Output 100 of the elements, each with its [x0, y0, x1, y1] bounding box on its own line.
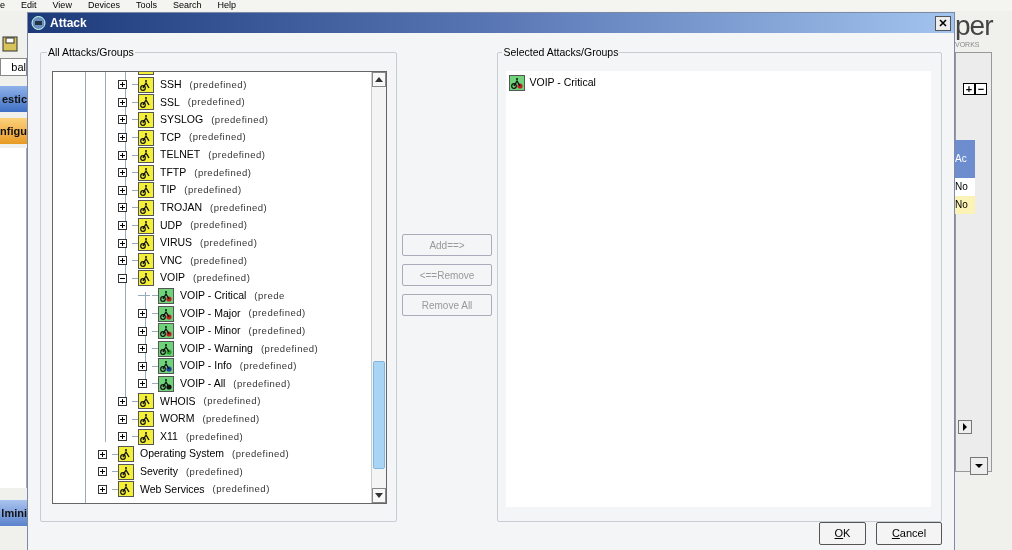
tree-node-label[interactable]: VNC — [160, 252, 183, 269]
tree-node-note: (predefined) — [202, 411, 260, 426]
tree-node-label[interactable]: Web Services — [140, 481, 205, 498]
tree-node-note: (predefined) — [185, 464, 244, 479]
vertical-scrollbar[interactable] — [371, 72, 386, 503]
menu-item[interactable]: e — [0, 0, 5, 11]
expand-icon[interactable] — [118, 97, 127, 107]
expand-icon[interactable] — [118, 432, 127, 442]
expand-icon[interactable] — [118, 203, 127, 213]
right-arrow-icon — [962, 422, 968, 431]
tree-node-note: (predefined) — [248, 306, 306, 321]
tree-node-label[interactable]: VOIP — [160, 270, 186, 287]
tree-node-label[interactable]: WHOIS — [160, 393, 196, 410]
tree-node-label[interactable]: TELNET — [160, 147, 201, 164]
window-title: Attack — [50, 15, 87, 32]
tree-node-label[interactable]: VOIP - Warning — [180, 340, 253, 357]
tree-node-label[interactable]: VOIP - Minor — [180, 323, 241, 339]
collapse-icon[interactable] — [118, 273, 127, 283]
expand-icon[interactable] — [138, 309, 147, 318]
tree-node-label[interactable]: UDP — [160, 217, 183, 234]
tree-node-label[interactable]: VOIP - Info — [180, 358, 232, 375]
expand-icon[interactable] — [118, 397, 127, 406]
expand-icon[interactable] — [138, 326, 147, 336]
tree-node-label[interactable]: X11 — [160, 428, 178, 445]
expand-icon[interactable] — [118, 414, 127, 424]
expand-icon[interactable] — [98, 484, 107, 494]
menu-item[interactable]: View — [52, 0, 72, 11]
expand-icon[interactable] — [118, 168, 127, 178]
save-icon[interactable] — [2, 36, 18, 52]
tree-node-label[interactable]: Severity — [140, 464, 178, 480]
tree-node-label[interactable]: TROJAN — [160, 200, 202, 216]
dialog-button[interactable]: OK — [819, 522, 866, 545]
tree-node-label[interactable]: SSL — [160, 94, 180, 111]
attack-icon — [158, 340, 174, 357]
scroll-right-button[interactable] — [958, 420, 972, 434]
expand-icon[interactable] — [98, 467, 107, 477]
expand-icon[interactable] — [98, 449, 107, 459]
attack-icon — [158, 305, 174, 322]
expand-icon[interactable] — [118, 80, 127, 90]
tree-node-label[interactable]: VOIP - All — [180, 376, 226, 392]
menu-item[interactable]: Search — [172, 0, 202, 11]
scrollbar-thumb[interactable] — [373, 361, 385, 469]
tree-node-note: (predefined) — [189, 130, 247, 145]
close-icon — [939, 19, 947, 27]
tree-node-note: (predefined) — [184, 183, 242, 198]
expand-icon[interactable] — [118, 133, 127, 143]
tree-node-label[interactable]: Operating System — [140, 446, 225, 463]
attack-group-icon — [138, 147, 154, 164]
expand-icon[interactable] — [118, 256, 127, 266]
tree-node-note: (predefined) — [212, 482, 270, 497]
menu-item[interactable]: Devices — [87, 0, 120, 11]
tree-node-note: (predefined) — [210, 200, 268, 215]
tree-node-label[interactable]: SSH — [160, 76, 182, 93]
expand-icon[interactable] — [118, 221, 127, 231]
tree-node-label[interactable]: TCP — [160, 129, 181, 146]
menu-item[interactable]: Edit — [21, 0, 37, 11]
expand-icon[interactable] — [118, 150, 127, 160]
expand-icon[interactable] — [118, 238, 127, 248]
tree-node-label[interactable]: TFTP — [160, 164, 187, 181]
column-header: Ac — [955, 140, 975, 178]
toolbar-button[interactable]: − — [975, 83, 987, 95]
tree-node-label[interactable]: SYSLOG — [160, 112, 204, 128]
tree-node-note: (predefined) — [208, 148, 266, 163]
menu-item[interactable]: Help — [217, 0, 236, 11]
dialog-button[interactable]: Cancel — [876, 522, 942, 545]
toolbar-button[interactable]: + — [963, 83, 975, 95]
close-button[interactable] — [935, 15, 951, 31]
tree-node-label[interactable]: TIP — [160, 182, 177, 199]
navigation-tab[interactable]: nfigu — [0, 118, 27, 144]
navigation-tab[interactable]: lmini — [0, 500, 27, 526]
expand-icon[interactable] — [138, 361, 147, 371]
attack-group-icon — [118, 446, 134, 463]
navigation-tab[interactable]: estic — [0, 86, 27, 112]
attack-group-icon — [118, 481, 134, 498]
menu-item[interactable]: Tools — [135, 0, 157, 11]
expand-icon[interactable] — [118, 115, 127, 125]
dropdown-button[interactable] — [970, 457, 988, 475]
expand-icon[interactable] — [138, 344, 147, 354]
tree-node-label[interactable]: VIRUS — [160, 235, 193, 251]
attack-group-icon — [138, 252, 154, 269]
attack-icon — [158, 358, 174, 375]
attack-group-icon — [138, 129, 154, 146]
expand-icon[interactable] — [118, 185, 127, 195]
input-field[interactable]: bal — [0, 58, 27, 76]
attack-icon — [509, 75, 526, 91]
attack-group-icon — [138, 270, 154, 287]
list-item[interactable]: VOIP - Critical — [529, 75, 596, 91]
attack-group-icon — [138, 112, 154, 128]
attack-icon — [158, 323, 174, 340]
attack-group-icon — [138, 235, 154, 252]
tree-node-note: (predefined) — [194, 165, 252, 180]
attack-icon — [158, 375, 174, 392]
tree-node-label[interactable]: VOIP - Critical — [180, 288, 247, 304]
group-title: All Attacks/Groups — [47, 45, 135, 59]
expand-icon[interactable] — [138, 379, 147, 389]
attack-group-icon — [138, 428, 154, 445]
tree-node-label[interactable]: WORM — [160, 411, 195, 427]
attack-group-icon — [138, 164, 154, 181]
tree-node-note: (predefined) — [260, 341, 319, 356]
tree-node-label[interactable]: VOIP - Major — [180, 305, 241, 322]
